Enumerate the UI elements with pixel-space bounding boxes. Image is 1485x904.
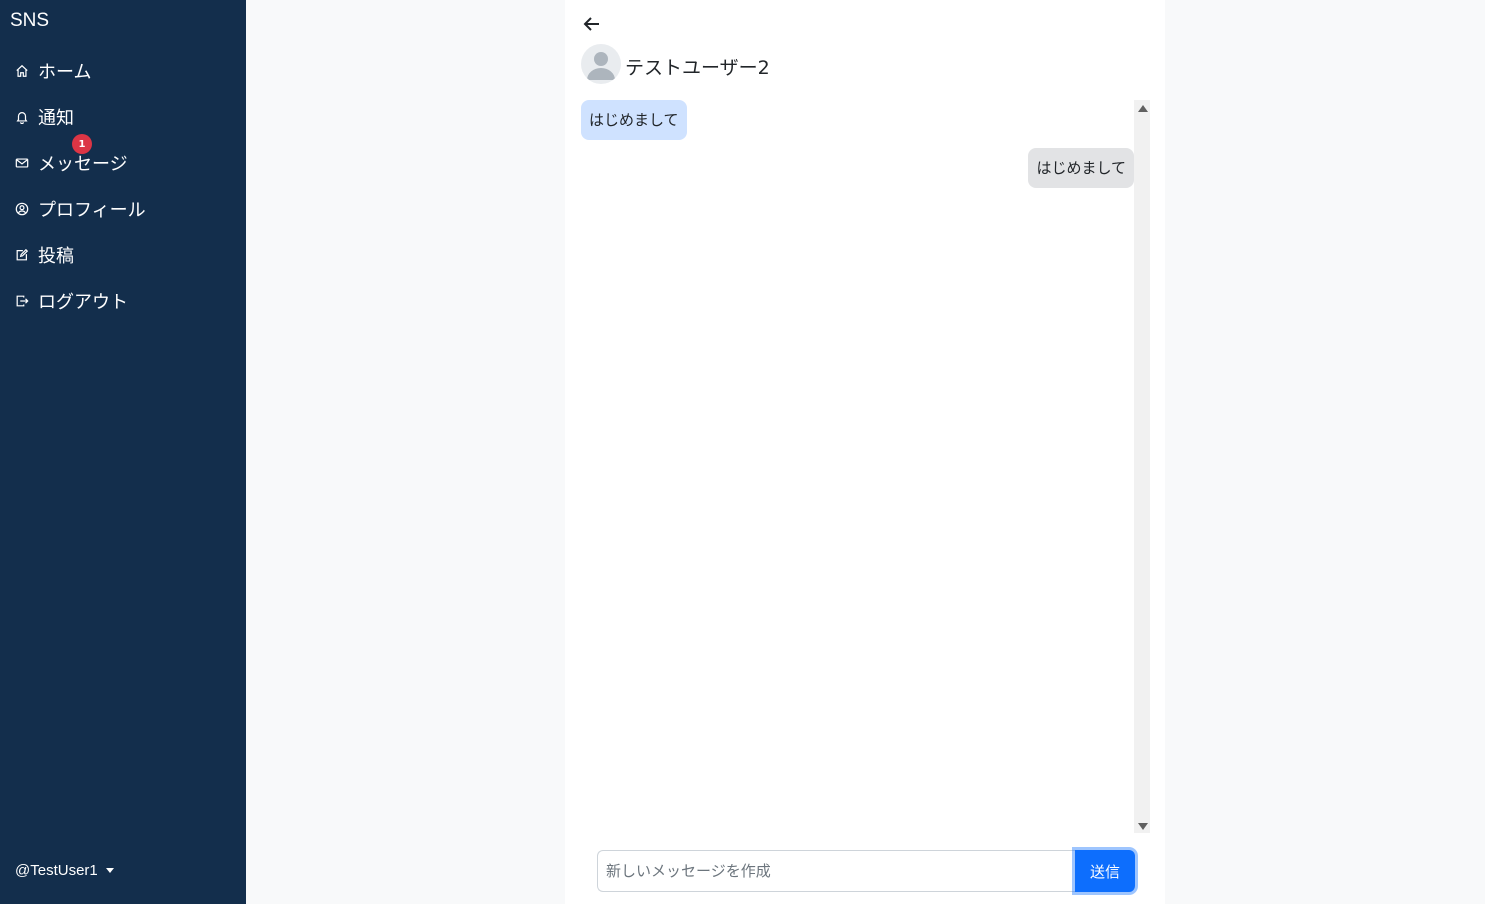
sidebar-item-logout[interactable]: ログアウト: [0, 278, 246, 324]
sidebar-nav: ホーム 通知 1 メッセージ プロフィール 投稿 ログアウト: [0, 48, 246, 324]
arrow-left-icon: [583, 17, 599, 31]
caret-down-icon: [105, 868, 114, 873]
sidebar-item-label: 投稿: [38, 246, 74, 267]
chat-panel: テストユーザー2 はじめまして はじめまして 送信: [565, 0, 1165, 904]
sidebar: SNS ホーム 通知 1 メッセージ プロフィール 投稿 ログアウト @Test…: [0, 0, 246, 904]
back-button[interactable]: [582, 14, 606, 38]
message-list: はじめまして はじめまして: [581, 100, 1134, 833]
sidebar-item-post[interactable]: 投稿: [0, 232, 246, 278]
sidebar-item-label: ホーム: [38, 62, 92, 83]
pencil-square-icon: [14, 247, 30, 263]
sidebar-item-messages[interactable]: メッセージ: [0, 140, 246, 186]
user-dropdown[interactable]: @TestUser1: [15, 862, 114, 879]
sidebar-item-label: プロフィール: [38, 200, 146, 221]
sidebar-item-label: メッセージ: [38, 154, 128, 175]
brand-logo[interactable]: SNS: [10, 10, 49, 32]
chat-partner-name[interactable]: テストユーザー2: [625, 53, 770, 80]
sidebar-item-label: 通知: [38, 108, 74, 129]
sidebar-item-profile[interactable]: プロフィール: [0, 186, 246, 232]
avatar[interactable]: [581, 44, 621, 84]
sidebar-item-notifications[interactable]: 通知 1: [0, 94, 246, 154]
send-button[interactable]: 送信: [1075, 850, 1135, 892]
message-input[interactable]: [597, 850, 1075, 892]
sidebar-item-label: ログアウト: [38, 292, 128, 313]
bell-icon: [14, 109, 30, 125]
box-arrow-right-icon: [14, 293, 30, 309]
sidebar-item-home[interactable]: ホーム: [0, 48, 246, 94]
username: @TestUser1: [15, 862, 98, 879]
home-icon: [14, 63, 30, 79]
scroll-up-arrow-icon[interactable]: [1138, 105, 1148, 112]
message-scrollbar[interactable]: [1134, 100, 1150, 833]
envelope-icon: [14, 155, 30, 171]
message-composer: 送信: [597, 850, 1135, 892]
incoming-message: はじめまして: [581, 100, 687, 140]
default-avatar-icon: [587, 52, 615, 80]
person-circle-icon: [14, 201, 30, 217]
scroll-down-arrow-icon[interactable]: [1138, 823, 1148, 830]
outgoing-message: はじめまして: [1028, 148, 1134, 188]
